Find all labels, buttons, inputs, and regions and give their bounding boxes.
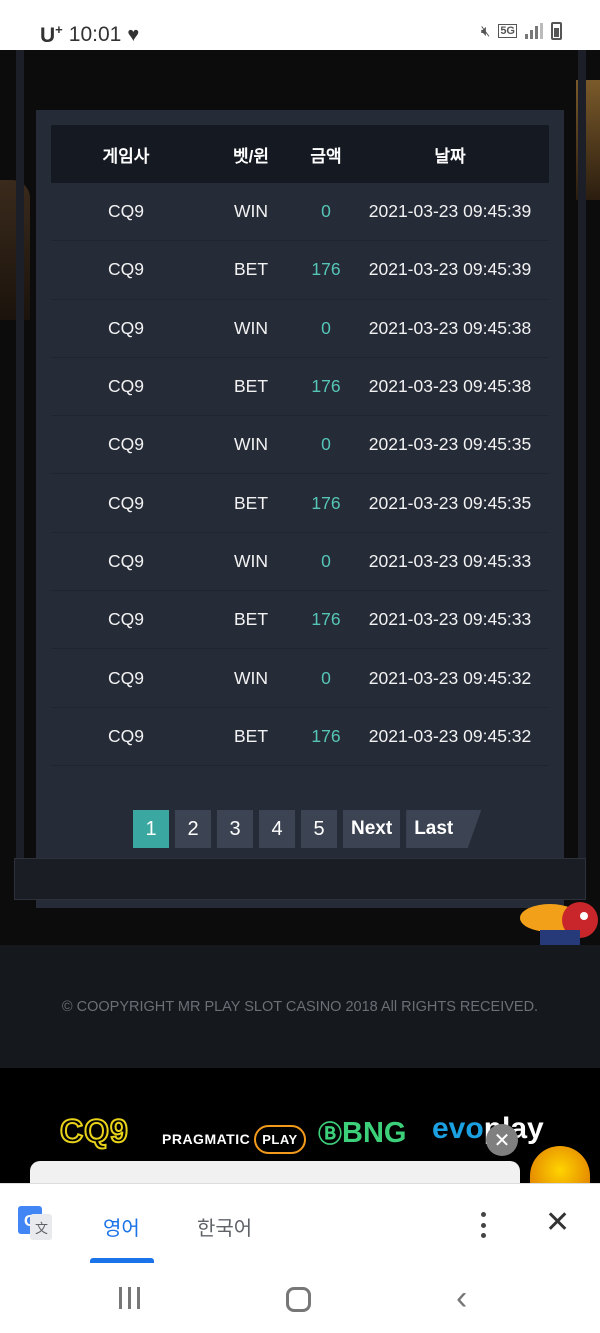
recents-icon[interactable]	[119, 1287, 140, 1309]
cell-amount: 0	[321, 667, 331, 688]
mute-icon: 🔇︎	[480, 22, 491, 40]
cell-amount: 176	[311, 609, 341, 630]
decor-figure-left	[0, 180, 30, 320]
clock: 10:01	[68, 23, 122, 46]
bet-history-panel: 게임사 벳/윈 금액 날짜 CQ9 WIN 0 2021-03-23 09:45:39…	[36, 110, 564, 908]
table-header: 게임사 벳/윈 금액 날짜	[51, 125, 549, 183]
last-page-button[interactable]: Last	[406, 810, 482, 848]
cell-amount: 0	[321, 434, 331, 455]
cell-provider: CQ9	[108, 492, 144, 513]
page-1-button[interactable]: 1	[133, 810, 169, 848]
cell-bet-win: WIN	[233, 550, 269, 571]
navigation-bar: ‹	[0, 1263, 600, 1333]
cell-bet-win: BET	[233, 609, 269, 630]
table-row: CQ9 WIN 0 2021-03-23 09:45:38	[51, 300, 549, 358]
translate-bar: G 文 영어 한국어 ✕	[0, 1183, 600, 1264]
battery-icon	[551, 22, 562, 40]
cell-date: 2021-03-23 09:45:33	[368, 550, 532, 571]
cell-date: 2021-03-23 09:45:33	[368, 609, 532, 630]
cell-provider: CQ9	[108, 609, 144, 630]
close-icon[interactable]: ✕	[545, 1208, 570, 1238]
network-label: 5G	[498, 24, 517, 38]
cell-provider: CQ9	[108, 376, 144, 397]
heart-icon: ♥	[127, 23, 140, 46]
header-provider: 게임사	[102, 146, 150, 166]
cell-bet-win: BET	[233, 492, 269, 513]
scroll-pole-left	[16, 50, 24, 860]
home-icon[interactable]	[286, 1287, 311, 1312]
cq9-logo: CQ9	[59, 1112, 129, 1150]
cell-date: 2021-03-23 09:45:35	[368, 492, 532, 513]
bng-logo: ⒷBNG	[318, 1117, 407, 1149]
cell-provider: CQ9	[108, 550, 144, 571]
close-ad-icon[interactable]: ✕	[486, 1124, 518, 1156]
cell-provider: CQ9	[108, 201, 144, 222]
cell-date: 2021-03-23 09:45:38	[368, 376, 532, 397]
scroll-pole-right	[578, 50, 586, 860]
cell-provider: CQ9	[108, 317, 144, 338]
table-row: CQ9 BET 176 2021-03-23 09:45:32	[51, 708, 549, 766]
carrier-label: U+	[40, 22, 63, 47]
page-2-button[interactable]: 2	[175, 810, 211, 848]
table-row: CQ9 WIN 0 2021-03-23 09:45:33	[51, 533, 549, 592]
site-footer: © COOPYRIGHT MR PLAY SLOT CASINO 2018 Al…	[0, 945, 600, 1068]
cell-bet-win: WIN	[233, 667, 269, 688]
cell-provider: CQ9	[108, 259, 144, 280]
svg-text:文: 文	[35, 1222, 48, 1237]
cell-amount: 0	[321, 201, 331, 222]
cell-bet-win: WIN	[233, 317, 269, 338]
cell-provider: CQ9	[108, 434, 144, 455]
cell-date: 2021-03-23 09:45:35	[368, 434, 532, 455]
signal-icon	[525, 23, 543, 39]
pagination: 1 2 3 4 5 Next Last	[133, 810, 482, 848]
cell-bet-win: BET	[233, 376, 269, 397]
page-5-button[interactable]: 5	[301, 810, 337, 848]
table-row: CQ9 WIN 0 2021-03-23 09:45:39	[51, 183, 549, 242]
mascot-bird-icon	[520, 902, 598, 945]
status-bar: U+ 10:01 ♥ 🔇︎ 5G	[0, 0, 600, 50]
table-row: CQ9 WIN 0 2021-03-23 09:45:35	[51, 416, 549, 475]
cell-amount: 0	[321, 550, 331, 571]
cell-amount: 176	[311, 725, 341, 746]
cell-bet-win: WIN	[233, 434, 269, 455]
google-translate-icon[interactable]: G 文	[18, 1206, 52, 1240]
cell-bet-win: WIN	[233, 201, 269, 222]
cell-provider: CQ9	[108, 725, 144, 746]
header-amount: 금액	[310, 146, 342, 166]
header-bet-win: 벳/윈	[232, 146, 269, 166]
cell-bet-win: BET	[233, 725, 269, 746]
promo-banner[interactable]	[30, 1161, 520, 1183]
table-row: CQ9 BET 176 2021-03-23 09:45:38	[51, 358, 549, 417]
page-3-button[interactable]: 3	[217, 810, 253, 848]
tab-korean[interactable]: 한국어	[197, 1212, 252, 1241]
page-4-button[interactable]: 4	[259, 810, 295, 848]
cell-bet-win: BET	[233, 259, 269, 280]
cell-date: 2021-03-23 09:45:38	[368, 317, 532, 338]
pragmatic-play-logo: PRAGMATIC PLAY	[162, 1125, 306, 1154]
cell-date: 2021-03-23 09:45:32	[368, 725, 532, 746]
cell-amount: 176	[311, 376, 341, 397]
casino-background: 게임사 벳/윈 금액 날짜 CQ9 WIN 0 2021-03-23 09:45:39…	[0, 50, 600, 945]
cell-date: 2021-03-23 09:45:39	[368, 201, 532, 222]
header-date: 날짜	[434, 146, 466, 166]
cell-amount: 0	[321, 317, 331, 338]
cell-amount: 176	[311, 259, 341, 280]
table-row: CQ9 BET 176 2021-03-23 09:45:39	[51, 241, 549, 300]
copyright-text: © COOPYRIGHT MR PLAY SLOT CASINO 2018 Al…	[61, 999, 539, 1015]
scroll-base	[14, 858, 586, 900]
cell-date: 2021-03-23 09:45:39	[368, 259, 532, 280]
cell-date: 2021-03-23 09:45:32	[368, 667, 532, 688]
more-options-icon[interactable]	[474, 1210, 492, 1240]
cell-amount: 176	[311, 492, 341, 513]
next-page-button[interactable]: Next	[343, 810, 401, 848]
tab-english[interactable]: 영어	[103, 1212, 140, 1241]
back-icon[interactable]: ‹	[456, 1281, 467, 1315]
table-row: CQ9 WIN 0 2021-03-23 09:45:32	[51, 649, 549, 708]
cell-provider: CQ9	[108, 667, 144, 688]
table-row: CQ9 BET 176 2021-03-23 09:45:33	[51, 591, 549, 650]
bet-history-table: 게임사 벳/윈 금액 날짜 CQ9 WIN 0 2021-03-23 09:45:39…	[51, 125, 549, 766]
table-row: CQ9 BET 176 2021-03-23 09:45:35	[51, 474, 549, 533]
